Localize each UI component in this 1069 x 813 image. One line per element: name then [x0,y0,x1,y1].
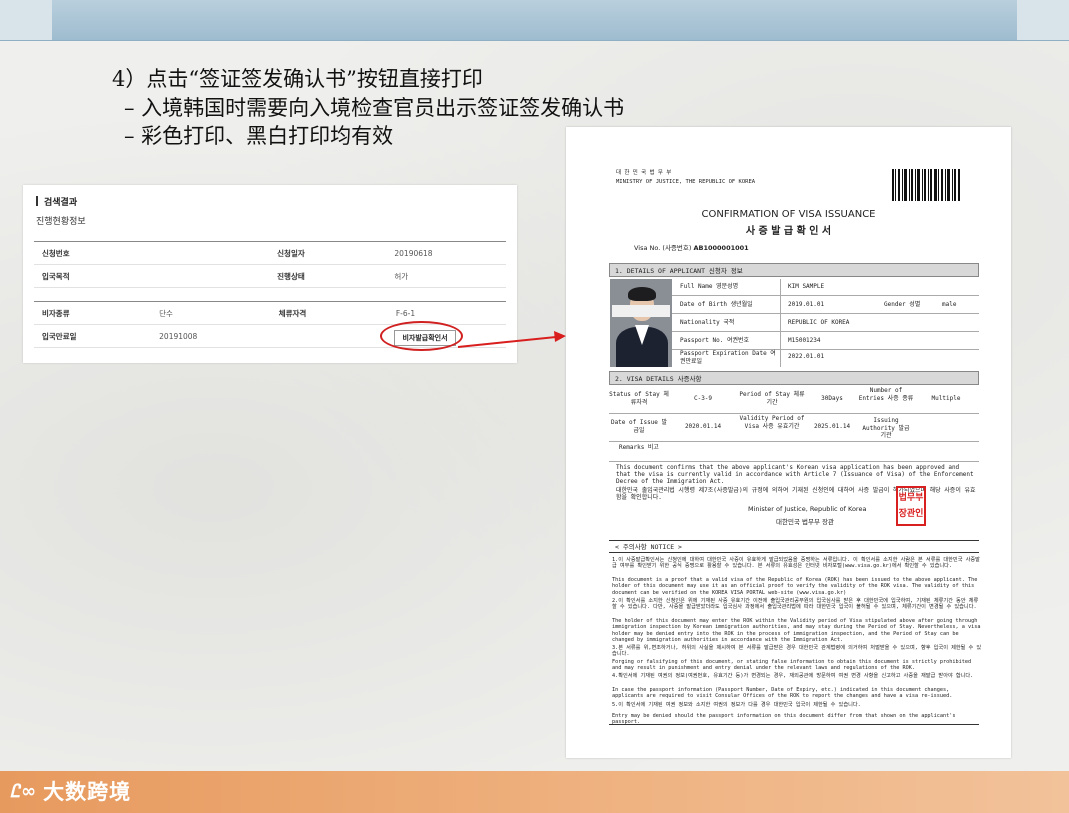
validity-label: Validity Period of Visa 사증 유효기간 [739,415,805,430]
issue-date-label: Date of Issue 발급일 [610,419,668,434]
brand-logo-icon: Ꮭ∞ [10,780,38,802]
notice-title: < 주의사항 NOTICE > [609,540,979,553]
arrow-head [554,331,566,342]
birth-date-value: 2019.01.01 [788,301,825,308]
document-title-ko: 사 증 발 급 확 인 서 [745,226,832,237]
arrow-line [457,336,557,348]
divider [780,279,781,367]
notice-item: 1.이 사증발급확인서는 신청인에 대하여 대한민국 사증이 유효하게 발급되었… [612,557,980,570]
divider [672,313,979,314]
entries-value: Multiple [931,395,961,402]
notice-item: In case the passport information (Passpo… [612,687,953,700]
notice-item: 3.본 서류를 위,변조하거나, 허위의 사실을 제시하여 본 서류를 발급받은… [612,645,982,658]
ministry-ko: 대 한 민 국 법 무 부 [616,170,672,176]
visa-number-value: AB1000001001 [693,244,749,252]
barcode-icon [892,169,960,201]
entries-label: Number of Entries 사증 종류 [858,387,914,402]
official-seal: 법무부장관인 [896,486,926,526]
nationality-label: Nationality 국적 [680,319,735,326]
brand-logo-text: 大数跨境 [43,780,132,804]
passport-expiry-value: 2022.01.01 [788,353,825,360]
divider [672,331,979,332]
document-end-line [609,724,979,725]
visa-number: Visa No. (사증번호) AB1000001001 [634,242,749,252]
signature-ko: 대한민국 법무부 장관 [776,518,834,526]
divider [609,413,979,414]
gender-label: Gender 성별 [884,301,921,308]
birth-date-label: Date of Birth 생년월일 [680,301,753,308]
full-name-label: Full Name 영문성명 [680,283,739,290]
signature-en: Minister of Justice, Republic of Korea [748,505,867,513]
divider [672,295,979,296]
passport-no-value: M15001234 [788,337,821,344]
brand-logo: Ꮭ∞ 大数跨境 [10,776,131,806]
photo-redaction [612,305,670,317]
section-applicant: 1. DETAILS OF APPLICANT 신청자 정보 [609,263,979,277]
document-title-en: CONFIRMATION OF VISA ISSUANCE [701,209,876,220]
notice-item: The holder of this document may enter th… [612,618,981,644]
visa-number-label: Visa No. (사증번호) [634,244,692,252]
notice-item: 2.이 확인서를 소지한 신청인은 위에 기재된 사증 유효기간 이전에 출입국… [612,598,979,611]
notice-item: This document is a proof that a valid vi… [612,577,978,596]
nationality-value: REPUBLIC OF KOREA [788,319,850,326]
authority-label: Issuing Authority 발급 기관 [862,417,910,439]
validity-value: 2025.01.14 [813,423,851,430]
ministry-en: MINISTRY OF JUSTICE, THE REPUBLIC OF KOR… [616,179,756,185]
photo-hair [628,287,656,301]
remarks-label: Remarks 비고 [619,444,659,451]
bottom-banner [0,771,1069,813]
applicant-photo [610,279,672,367]
confirmation-text-en: This document confirms that the above ap… [616,464,974,486]
issue-date-value: 2020.01.14 [684,423,722,430]
notice-item: 5.이 확인서에 기재된 여권 정보와 소지한 여권의 정보가 다를 경우 대한… [612,702,861,708]
divider [609,441,979,442]
notice-item: 4.확인서에 기재된 여권의 정보(여권번호, 유효기간 등)가 변경되는 경우… [612,673,974,679]
period-of-stay-label: Period of Stay 체류기간 [739,391,805,406]
period-of-stay-value: 30Days [821,395,843,402]
status-of-stay-label: Status of Stay 체류자격 [609,391,669,406]
passport-expiry-label: Passport Expiration Date 여권만료일 [680,350,776,365]
gender-value: male [942,301,957,308]
divider [609,461,979,462]
full-name-value: KIM SAMPLE [788,283,825,290]
ministry-header: 대 한 민 국 법 무 부 MINISTRY OF JUSTICE, THE R… [616,169,755,187]
notice-item: Forging or falsifying of this document, … [612,659,972,672]
section-visa-details: 2. VISA DETAILS 사증사항 [609,371,979,385]
status-of-stay-value: C-3-9 [693,395,713,402]
passport-no-label: Passport No. 여권번호 [680,337,750,344]
visa-confirmation-document: 대 한 민 국 법 무 부 MINISTRY OF JUSTICE, THE R… [566,127,1011,758]
